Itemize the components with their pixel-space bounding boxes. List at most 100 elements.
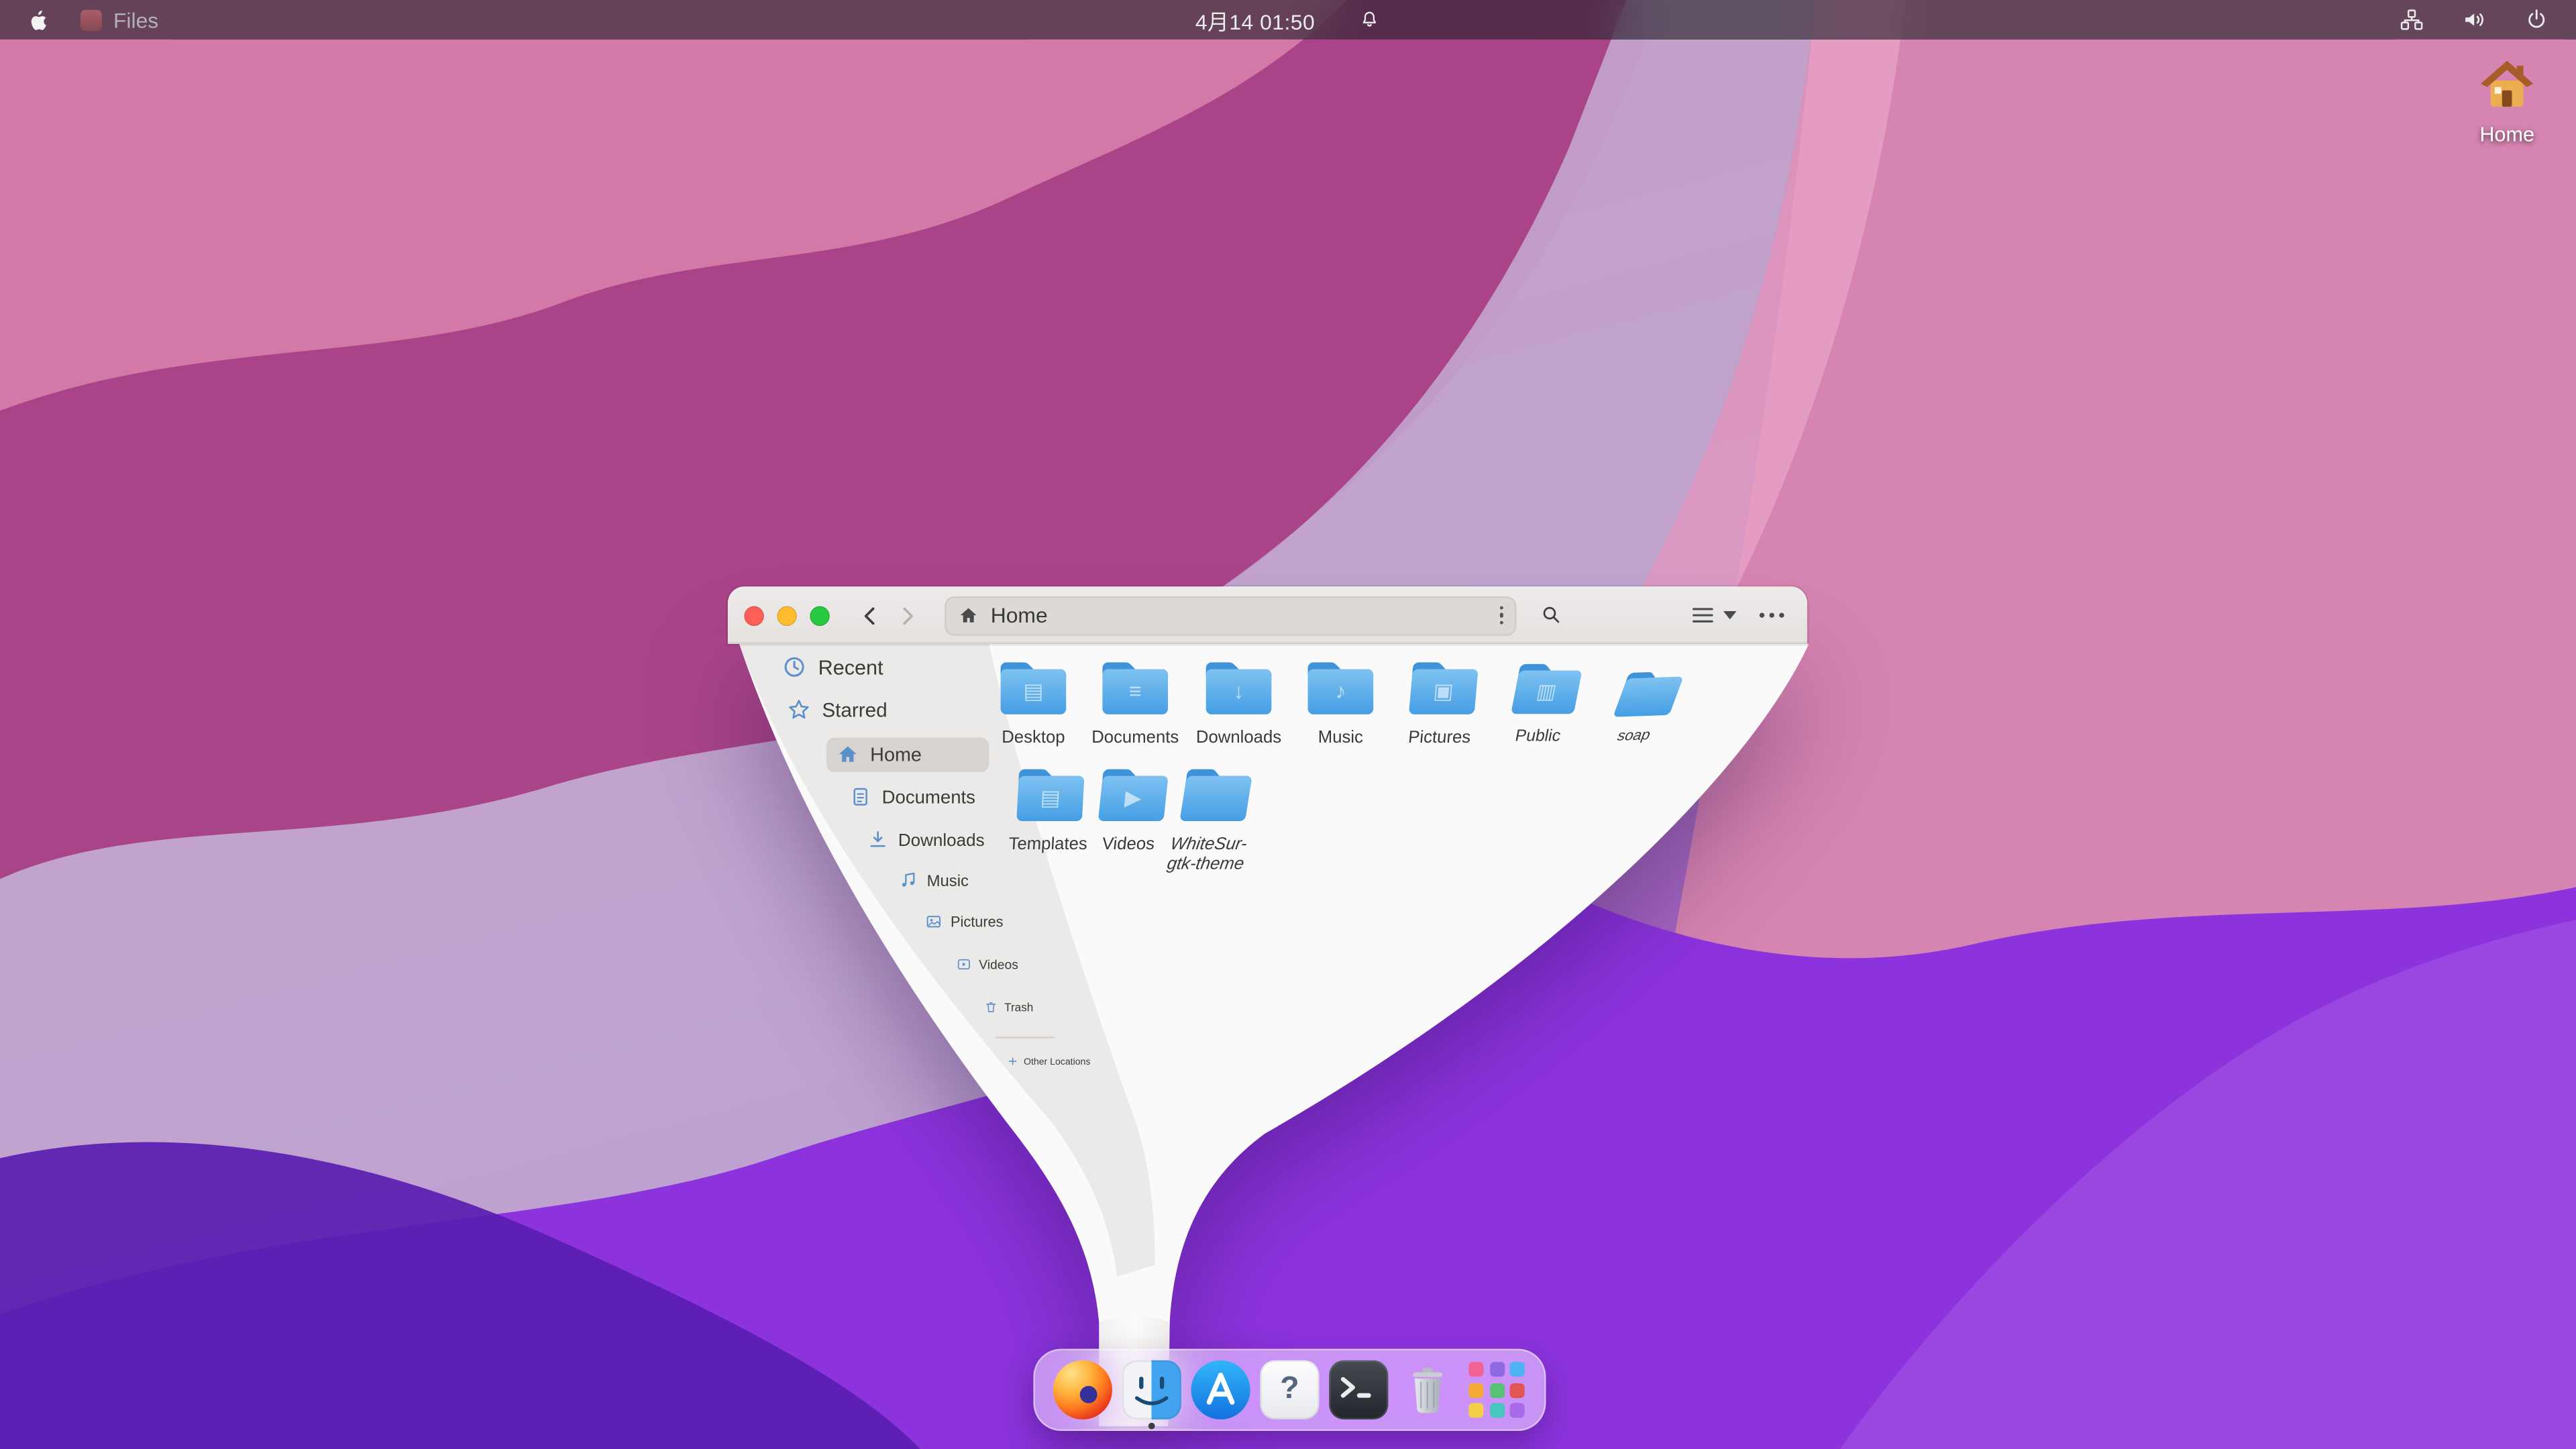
- sidebar-item-recent[interactable]: Recent: [782, 655, 883, 680]
- folder-icon: [1609, 667, 1689, 720]
- sidebar-item-downloads[interactable]: Downloads: [867, 829, 985, 850]
- star-icon: [787, 698, 811, 722]
- window-titlebar[interactable]: Home: [728, 586, 1807, 644]
- desktop-icon-label: Home: [2459, 123, 2555, 146]
- folder-icon: [1099, 659, 1171, 718]
- clock[interactable]: 4月14 01:50: [1195, 4, 1315, 36]
- network-icon[interactable]: [2399, 7, 2425, 33]
- folder-downloads[interactable]: ↓ Downloads: [1186, 659, 1291, 748]
- folder-whitesur-gtk-theme[interactable]: WhiteSur-gtk-theme: [1156, 765, 1269, 875]
- folder-desktop[interactable]: ▤ Desktop: [981, 659, 1086, 748]
- sidebar-item-documents[interactable]: Documents: [849, 786, 975, 808]
- folder-icon: [1304, 659, 1377, 718]
- folder-icon: [1094, 765, 1173, 824]
- sidebar-item-label: Recent: [818, 655, 883, 678]
- home-folder-icon: [2477, 56, 2536, 111]
- sidebar-item-other-locations[interactable]: Other Locations: [1007, 1056, 1090, 1067]
- view-toggle-button[interactable]: [1690, 604, 1737, 626]
- folder-icon: [1507, 661, 1587, 718]
- dock-show-applications[interactable]: [1467, 1360, 1526, 1419]
- sidebar-item-trash[interactable]: Trash: [984, 1000, 1033, 1014]
- folder-icon: [1013, 765, 1088, 824]
- folder-public[interactable]: ▥ Public: [1485, 661, 1603, 747]
- sidebar-item-home[interactable]: Home: [837, 743, 922, 766]
- dock-help[interactable]: ?: [1260, 1360, 1319, 1419]
- folder-label: Music: [1288, 728, 1393, 748]
- sidebar-item-label: Videos: [979, 957, 1018, 972]
- plus-icon: [1007, 1056, 1018, 1067]
- desktop-home-shortcut[interactable]: Home: [2459, 56, 2555, 146]
- path-bar[interactable]: Home: [945, 596, 1516, 635]
- forward-button[interactable]: [892, 600, 922, 630]
- dock-terminal[interactable]: [1329, 1360, 1388, 1419]
- folder-icon: [1203, 659, 1275, 718]
- sidebar-item-label: Downloads: [898, 830, 985, 849]
- volume-icon[interactable]: [2461, 7, 2487, 33]
- search-icon: [1538, 603, 1563, 628]
- active-app-name: Files: [113, 7, 158, 32]
- desktop: Files 4月14 01:50: [0, 0, 2576, 1449]
- back-button[interactable]: [856, 600, 885, 630]
- terminal-icon: [1329, 1360, 1388, 1419]
- screen: Files 4月14 01:50: [0, 0, 2576, 1449]
- video-icon: [956, 957, 971, 972]
- close-button[interactable]: [744, 605, 763, 625]
- help-icon: ?: [1260, 1360, 1319, 1419]
- folder-label: Public: [1485, 727, 1590, 746]
- power-icon[interactable]: [2524, 7, 2550, 33]
- minimize-button[interactable]: [777, 605, 796, 625]
- document-icon: [849, 786, 871, 808]
- sidebar-item-pictures[interactable]: Pictures: [925, 913, 1004, 930]
- folder-label: Downloads: [1186, 728, 1291, 748]
- search-button[interactable]: [1529, 596, 1572, 635]
- dock-firefox[interactable]: [1053, 1360, 1112, 1419]
- view-caret-icon: [1723, 611, 1737, 619]
- firefox-icon: [1053, 1360, 1112, 1419]
- folder-label: Desktop: [981, 728, 1086, 748]
- folder-label: WhiteSur-gtk-theme: [1156, 835, 1258, 875]
- sidebar-item-label: Music: [927, 871, 969, 890]
- trash-icon: [1401, 1360, 1454, 1419]
- folder-music[interactable]: ♪ Music: [1288, 659, 1393, 748]
- top-menu-bar: Files 4月14 01:50: [0, 0, 2576, 40]
- folder-label: Documents: [1083, 728, 1188, 748]
- bell-icon[interactable]: [1358, 8, 1381, 31]
- sidebar-item-videos[interactable]: Videos: [956, 957, 1018, 972]
- folder-icon: [1405, 659, 1482, 718]
- sidebar-item-label: Pictures: [951, 914, 1004, 930]
- maximize-button[interactable]: [810, 605, 829, 625]
- files-window-minimizing: Home: [723, 583, 1824, 1437]
- app-grid-icon: [1468, 1362, 1524, 1417]
- list-view-icon: [1690, 604, 1715, 626]
- folder-pictures[interactable]: ▣ Pictures: [1386, 659, 1499, 748]
- traffic-lights: [744, 605, 829, 625]
- sidebar-item-label: Other Locations: [1024, 1056, 1090, 1067]
- sidebar-separator: [996, 1036, 1055, 1038]
- files-app-icon: [80, 9, 102, 30]
- window-menu-button[interactable]: [1760, 612, 1784, 617]
- apple-menu-icon[interactable]: [26, 7, 51, 32]
- folder-label: Pictures: [1386, 728, 1493, 748]
- files-finder-icon: [1122, 1360, 1181, 1419]
- sidebar-item-starred[interactable]: Starred: [787, 698, 888, 722]
- help-glyph: ?: [1280, 1372, 1299, 1408]
- clock-icon: [782, 655, 807, 680]
- dock-files[interactable]: [1122, 1360, 1181, 1419]
- current-path-label: Home: [991, 603, 1048, 628]
- home-glyph-icon: [958, 604, 979, 626]
- sidebar-item-label: Trash: [1004, 1001, 1033, 1014]
- path-options-button[interactable]: [1499, 606, 1503, 625]
- sidebar-item-music[interactable]: Music: [899, 871, 969, 890]
- sidebar-item-label: Home: [870, 743, 922, 765]
- folder-documents[interactable]: ≡ Documents: [1083, 659, 1188, 748]
- dock-trash[interactable]: [1398, 1360, 1457, 1419]
- sidebar-item-label: Starred: [822, 698, 887, 720]
- dock-app-store[interactable]: [1191, 1360, 1250, 1419]
- download-icon: [867, 829, 888, 850]
- folder-label: soap: [1585, 726, 1682, 746]
- home-icon: [837, 743, 860, 766]
- sidebar-item-label: Documents: [882, 786, 975, 807]
- running-indicator: [1148, 1423, 1155, 1430]
- music-note-icon: [899, 871, 918, 890]
- active-app-menu[interactable]: Files: [80, 7, 158, 32]
